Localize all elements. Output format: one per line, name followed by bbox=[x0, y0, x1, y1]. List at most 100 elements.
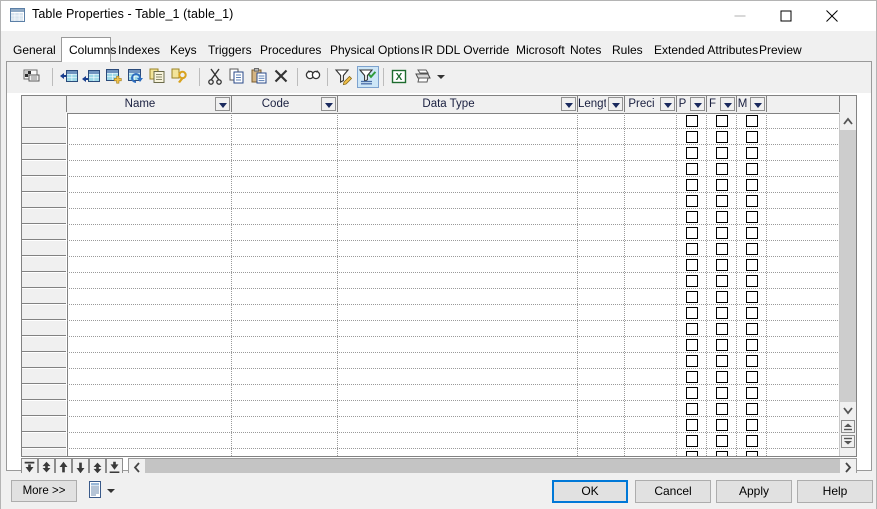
add-row-icon[interactable] bbox=[81, 66, 103, 88]
checkbox-column-mandatory[interactable] bbox=[746, 131, 758, 143]
checkbox-column-foreign[interactable] bbox=[716, 435, 728, 447]
grid-header-filter-column-foreign[interactable] bbox=[720, 97, 735, 111]
checkbox-column-primary[interactable] bbox=[686, 275, 698, 287]
grid-row-header[interactable] bbox=[22, 417, 66, 432]
insert-row-icon[interactable] bbox=[59, 66, 81, 88]
scroll-up-arrow-icon[interactable] bbox=[840, 113, 856, 130]
checkbox-column-foreign[interactable] bbox=[716, 115, 728, 127]
tab-microsoft[interactable]: Microsoft bbox=[509, 39, 565, 61]
report-dropdown-arrow-icon[interactable] bbox=[107, 489, 115, 493]
grid-header-filter-column-primary[interactable] bbox=[690, 97, 705, 111]
tab-notes[interactable]: Notes bbox=[563, 39, 605, 61]
checkbox-column-primary[interactable] bbox=[686, 243, 698, 255]
properties-icon[interactable] bbox=[22, 66, 44, 88]
grid-header-column-primary[interactable]: P bbox=[677, 96, 707, 112]
grid-row-header[interactable] bbox=[22, 321, 66, 336]
checkbox-column-foreign[interactable] bbox=[716, 275, 728, 287]
grid-header-column-code[interactable]: Code bbox=[232, 96, 338, 112]
table-row[interactable] bbox=[67, 289, 856, 305]
grid-header-filter-column-name[interactable] bbox=[215, 97, 230, 111]
tab-indexes[interactable]: Indexes bbox=[111, 39, 163, 61]
replace-object-icon[interactable] bbox=[125, 66, 147, 88]
checkbox-column-foreign[interactable] bbox=[716, 227, 728, 239]
tab-extended-attributes[interactable]: Extended Attributes bbox=[647, 39, 758, 61]
grid-row-header[interactable] bbox=[22, 161, 66, 176]
checkbox-column-primary[interactable] bbox=[686, 211, 698, 223]
tab-keys[interactable]: Keys bbox=[163, 39, 201, 61]
checkbox-column-mandatory[interactable] bbox=[746, 355, 758, 367]
checkbox-column-primary[interactable] bbox=[686, 323, 698, 335]
checkbox-column-primary[interactable] bbox=[686, 371, 698, 383]
grid-header-column-precision[interactable]: Preci bbox=[625, 96, 677, 112]
checkbox-column-foreign[interactable] bbox=[716, 195, 728, 207]
tab-general[interactable]: General bbox=[6, 39, 61, 61]
grid-row-header[interactable] bbox=[22, 193, 66, 208]
grid-row-header[interactable] bbox=[22, 369, 66, 384]
checkbox-column-primary[interactable] bbox=[686, 147, 698, 159]
table-row[interactable] bbox=[67, 177, 856, 193]
cut-icon[interactable] bbox=[205, 66, 227, 88]
tab-triggers[interactable]: Triggers bbox=[201, 39, 253, 61]
checkbox-column-foreign[interactable] bbox=[716, 291, 728, 303]
delete-icon[interactable] bbox=[271, 66, 293, 88]
help-button[interactable]: Help bbox=[797, 480, 873, 503]
tab-preview[interactable]: Preview bbox=[752, 39, 807, 61]
grid-row-header[interactable] bbox=[22, 177, 66, 192]
checkbox-column-mandatory[interactable] bbox=[746, 435, 758, 447]
table-row[interactable] bbox=[67, 161, 856, 177]
checkbox-column-mandatory[interactable] bbox=[746, 195, 758, 207]
columns-grid[interactable]: Name Code Data Type Lengt Preci P F M bbox=[21, 95, 857, 457]
add-object-icon[interactable] bbox=[103, 66, 125, 88]
table-row[interactable] bbox=[67, 353, 856, 369]
table-row[interactable] bbox=[67, 193, 856, 209]
checkbox-column-primary[interactable] bbox=[686, 307, 698, 319]
checkbox-column-mandatory[interactable] bbox=[746, 371, 758, 383]
grid-row-header[interactable] bbox=[22, 289, 66, 304]
ok-button[interactable]: OK bbox=[552, 480, 628, 503]
checkbox-column-primary[interactable] bbox=[686, 291, 698, 303]
tab-columns[interactable]: Columns bbox=[61, 37, 116, 62]
delete-key-icon[interactable] bbox=[169, 66, 191, 88]
tab-physical-options[interactable]: Physical Options bbox=[323, 39, 419, 61]
table-row[interactable] bbox=[67, 401, 856, 417]
checkbox-column-foreign[interactable] bbox=[716, 403, 728, 415]
table-row[interactable] bbox=[67, 209, 856, 225]
grid-row-header[interactable] bbox=[22, 353, 66, 368]
checkbox-column-mandatory[interactable] bbox=[746, 243, 758, 255]
grid-row-header[interactable] bbox=[22, 129, 66, 144]
checkbox-column-primary[interactable] bbox=[686, 115, 698, 127]
checkbox-column-primary[interactable] bbox=[686, 435, 698, 447]
checkbox-column-mandatory[interactable] bbox=[746, 387, 758, 399]
checkbox-column-primary[interactable] bbox=[686, 259, 698, 271]
grid-header-filter-column-length[interactable] bbox=[608, 97, 623, 111]
grid-header-column-mandatory[interactable]: M bbox=[737, 96, 767, 112]
checkbox-column-primary[interactable] bbox=[686, 451, 698, 456]
checkbox-column-mandatory[interactable] bbox=[746, 307, 758, 319]
vertical-scrollbar-thumb[interactable] bbox=[840, 130, 856, 402]
grid-header-filter-column-data-type[interactable] bbox=[561, 97, 576, 111]
customize-filter-icon[interactable] bbox=[333, 66, 355, 88]
checkbox-column-mandatory[interactable] bbox=[746, 259, 758, 271]
grid-row-header[interactable] bbox=[22, 145, 66, 160]
scroll-down-arrow-icon[interactable] bbox=[840, 402, 856, 419]
tab-procedures[interactable]: Procedures bbox=[253, 39, 323, 61]
table-row[interactable] bbox=[67, 449, 856, 456]
copy-icon[interactable] bbox=[227, 66, 249, 88]
checkbox-column-foreign[interactable] bbox=[716, 131, 728, 143]
checkbox-column-primary[interactable] bbox=[686, 227, 698, 239]
tab-ir-ddl-override[interactable]: IR DDL Override bbox=[414, 39, 509, 61]
checkbox-column-mandatory[interactable] bbox=[746, 227, 758, 239]
checkbox-column-mandatory[interactable] bbox=[746, 179, 758, 191]
checkbox-column-foreign[interactable] bbox=[716, 243, 728, 255]
checkbox-column-primary[interactable] bbox=[686, 179, 698, 191]
checkbox-column-primary[interactable] bbox=[686, 339, 698, 351]
checkbox-column-primary[interactable] bbox=[686, 195, 698, 207]
checkbox-column-foreign[interactable] bbox=[716, 259, 728, 271]
grid-row-header[interactable] bbox=[22, 113, 66, 128]
paste-icon[interactable] bbox=[249, 66, 271, 88]
checkbox-column-foreign[interactable] bbox=[716, 179, 728, 191]
maximize-button[interactable] bbox=[763, 1, 809, 31]
grid-header-column-name[interactable]: Name bbox=[67, 96, 232, 112]
checkbox-column-mandatory[interactable] bbox=[746, 291, 758, 303]
checkbox-column-foreign[interactable] bbox=[716, 163, 728, 175]
